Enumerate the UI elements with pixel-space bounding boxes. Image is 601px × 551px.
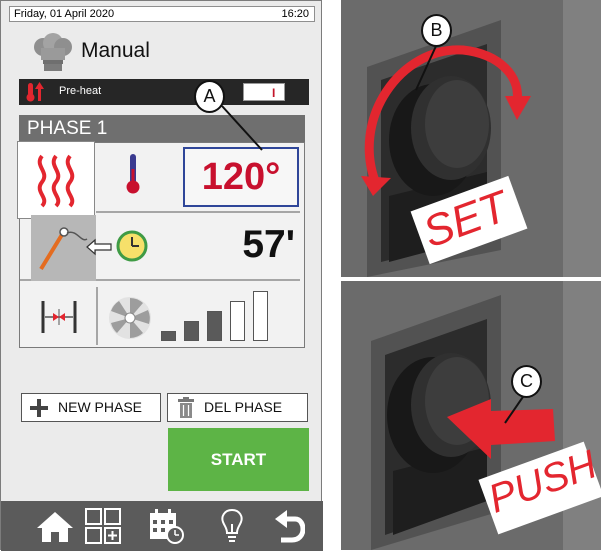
swap-arrows-icon — [85, 237, 113, 262]
humidity-damper-icon[interactable] — [39, 297, 79, 342]
fan-speed-bar[interactable] — [253, 291, 268, 341]
fan-speed-bar[interactable] — [184, 321, 199, 341]
fan-speed-bar[interactable] — [207, 311, 222, 341]
fan-speed-bar[interactable] — [161, 331, 176, 341]
trash-icon — [178, 397, 194, 428]
delete-phase-button[interactable]: DEL PHASE — [167, 393, 308, 422]
new-phase-button[interactable]: NEW PHASE — [21, 393, 161, 422]
lightbulb-icon[interactable] — [219, 508, 245, 549]
start-button[interactable]: START — [168, 428, 309, 491]
callout-a: A — [194, 80, 225, 113]
column-divider — [96, 287, 98, 345]
knob-push-photo: C PUSH — [341, 281, 601, 550]
callout-a-leader — [221, 105, 263, 151]
time-value[interactable]: 57' — [191, 223, 295, 267]
clock-icon — [115, 229, 149, 268]
home-icon[interactable] — [35, 510, 75, 549]
callout-c: C — [511, 365, 542, 398]
back-icon[interactable] — [273, 509, 306, 548]
fan-icon[interactable] — [107, 295, 153, 346]
delete-phase-label: DEL PHASE — [204, 399, 283, 415]
callout-b: B — [421, 14, 452, 47]
knob-set-photo: B SET — [341, 0, 601, 277]
fan-speed-bar[interactable] — [230, 301, 245, 341]
calendar-icon[interactable] — [148, 508, 184, 549]
new-phase-label: NEW PHASE — [58, 399, 143, 415]
bottom-navigation-bar — [1, 501, 323, 551]
plus-icon — [30, 399, 48, 426]
programs-grid-icon[interactable] — [85, 508, 121, 549]
